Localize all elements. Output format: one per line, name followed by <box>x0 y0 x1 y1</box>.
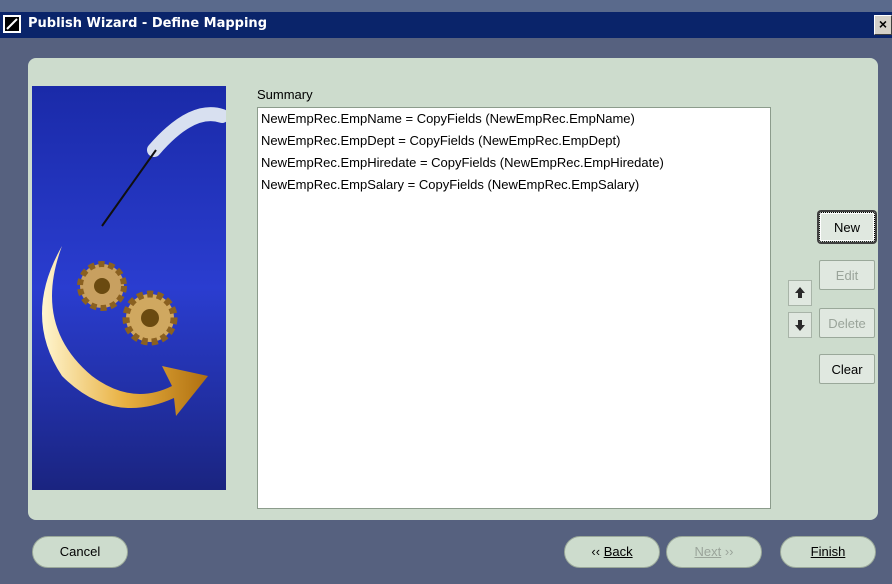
summary-row[interactable]: NewEmpRec.EmpDept = CopyFields (NewEmpRe… <box>258 130 770 152</box>
next-button[interactable]: Next ›› <box>666 536 762 568</box>
new-button[interactable]: New <box>819 212 875 242</box>
chevron-left-icon: ‹‹ <box>591 544 604 559</box>
summary-row[interactable]: NewEmpRec.EmpName = CopyFields (NewEmpRe… <box>258 108 770 130</box>
finish-button[interactable]: Finish <box>780 536 876 568</box>
arrow-up-icon <box>795 287 805 298</box>
finish-label: Finish <box>810 544 846 559</box>
move-up-button[interactable] <box>788 280 812 306</box>
next-label: Next <box>694 544 722 559</box>
close-button[interactable]: × <box>874 15 892 35</box>
summary-row[interactable]: NewEmpRec.EmpSalary = CopyFields (NewEmp… <box>258 174 770 196</box>
summary-label: Summary <box>257 87 313 102</box>
summary-list[interactable]: NewEmpRec.EmpName = CopyFields (NewEmpRe… <box>257 107 771 509</box>
arrow-down-icon <box>795 320 805 331</box>
clear-button[interactable]: Clear <box>819 354 875 384</box>
wizard-panel: Summary NewEmpRec.EmpName = CopyFields (… <box>28 58 878 520</box>
wizard-illustration <box>32 86 226 490</box>
summary-row[interactable]: NewEmpRec.EmpHiredate = CopyFields (NewE… <box>258 152 770 174</box>
delete-button[interactable]: Delete <box>819 308 875 338</box>
dialog-body: Summary NewEmpRec.EmpName = CopyFields (… <box>0 38 892 584</box>
title-bar: Publish Wizard - Define Mapping × <box>0 12 892 38</box>
chevron-right-icon: ›› <box>721 544 734 559</box>
cancel-button[interactable]: Cancel <box>32 536 128 568</box>
edit-button[interactable]: Edit <box>819 260 875 290</box>
window-title: Publish Wizard - Define Mapping <box>28 16 267 31</box>
app-icon <box>3 15 21 33</box>
cancel-label: Cancel <box>59 544 101 559</box>
move-down-button[interactable] <box>788 312 812 338</box>
back-button[interactable]: ‹‹ Back <box>564 536 660 568</box>
back-label: Back <box>603 544 633 559</box>
